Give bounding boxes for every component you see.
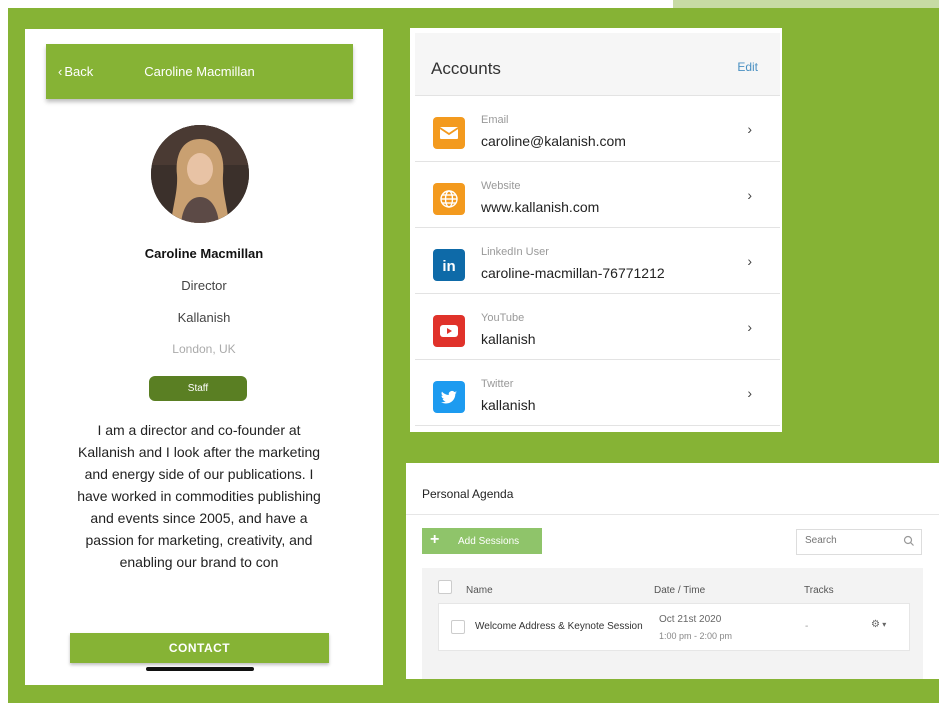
svg-text:in: in (442, 258, 455, 275)
accounts-title: Accounts (431, 59, 501, 78)
settings-dropdown[interactable]: ⚙ ▾ (871, 619, 886, 630)
plus-icon: + (430, 531, 440, 548)
youtube-icon (433, 315, 465, 347)
profile-role: Director (181, 278, 227, 293)
session-name: Welcome Address & Keynote Session (475, 621, 643, 632)
profile-header: ‹ Back Caroline Macmillan (46, 44, 353, 99)
account-row-twitter[interactable]: Twitter kallanish › (415, 360, 780, 426)
search-icon[interactable] (903, 535, 915, 547)
account-label: Email (481, 114, 509, 126)
chevron-right-icon: › (747, 187, 752, 203)
account-row-youtube[interactable]: YouTube kallanish › (415, 294, 780, 360)
linkedin-icon: in (433, 249, 465, 281)
chevron-right-icon: › (747, 319, 752, 335)
home-indicator (146, 667, 254, 671)
avatar (151, 125, 249, 223)
profile-location: London, UK (172, 342, 236, 356)
account-value: caroline@kalanish.com (481, 133, 626, 149)
email-icon (433, 117, 465, 149)
select-all-checkbox[interactable] (438, 580, 452, 594)
accounts-panel: Accounts Edit Email caroline@kalanish.co… (410, 28, 782, 432)
account-value: www.kallanish.com (481, 199, 600, 215)
chevron-down-icon: ▾ (879, 620, 887, 629)
account-row-email[interactable]: Email caroline@kalanish.com › (415, 96, 780, 162)
session-tracks: - (805, 621, 809, 632)
profile-screen: ‹ Back Caroline Macmillan Caroline Macmil… (25, 29, 383, 685)
session-time: 1:00 pm - 2:00 pm (659, 631, 733, 641)
table-row[interactable]: Welcome Address & Keynote Session Oct 21… (438, 603, 910, 651)
agenda-title: Personal Agenda (422, 487, 514, 501)
account-row-linkedin[interactable]: in LinkedIn User caroline-macmillan-7677… (415, 228, 780, 294)
corner-accent (673, 0, 939, 8)
header-title: Caroline Macmillan (144, 64, 255, 79)
accounts-header: Accounts Edit (415, 33, 780, 96)
avatar-photo (151, 125, 249, 223)
profile-name: Caroline Macmillan (144, 246, 264, 261)
account-value: kallanish (481, 331, 536, 347)
session-date: Oct 21st 2020 (659, 614, 722, 625)
contact-button[interactable]: CONTACT (70, 633, 329, 663)
twitter-icon (433, 381, 465, 413)
chevron-right-icon: › (747, 385, 752, 401)
agenda-panel: Personal Agenda + Add Sessions Name Date… (406, 463, 939, 679)
add-sessions-label: Add Sessions (458, 536, 520, 547)
row-checkbox[interactable] (451, 620, 465, 634)
edit-link[interactable]: Edit (737, 60, 758, 74)
chevron-right-icon: › (747, 253, 752, 269)
sessions-table: Name Date / Time Tracks Welcome Address … (422, 568, 923, 679)
globe-icon (433, 183, 465, 215)
column-header-tracks: Tracks (804, 585, 834, 596)
search-box (796, 529, 922, 555)
account-value: caroline-macmillan-76771212 (481, 265, 665, 281)
chevron-right-icon: › (747, 121, 752, 137)
staff-badge: Staff (149, 376, 247, 401)
account-value: kallanish (481, 397, 536, 413)
account-label: Website (481, 180, 521, 192)
column-header-name: Name (466, 585, 493, 596)
column-header-datetime: Date / Time (654, 585, 706, 596)
gear-icon: ⚙ (871, 619, 880, 630)
account-row-website[interactable]: Website www.kallanish.com › (415, 162, 780, 228)
profile-company: Kallanish (177, 310, 231, 325)
account-label: YouTube (481, 312, 525, 324)
account-label: LinkedIn User (481, 246, 549, 258)
profile-bio: I am a director and co-founder at Kallan… (77, 422, 321, 570)
search-input[interactable] (803, 534, 897, 547)
add-sessions-button[interactable]: + Add Sessions (422, 528, 542, 554)
divider (406, 514, 939, 515)
account-label: Twitter (481, 378, 514, 390)
